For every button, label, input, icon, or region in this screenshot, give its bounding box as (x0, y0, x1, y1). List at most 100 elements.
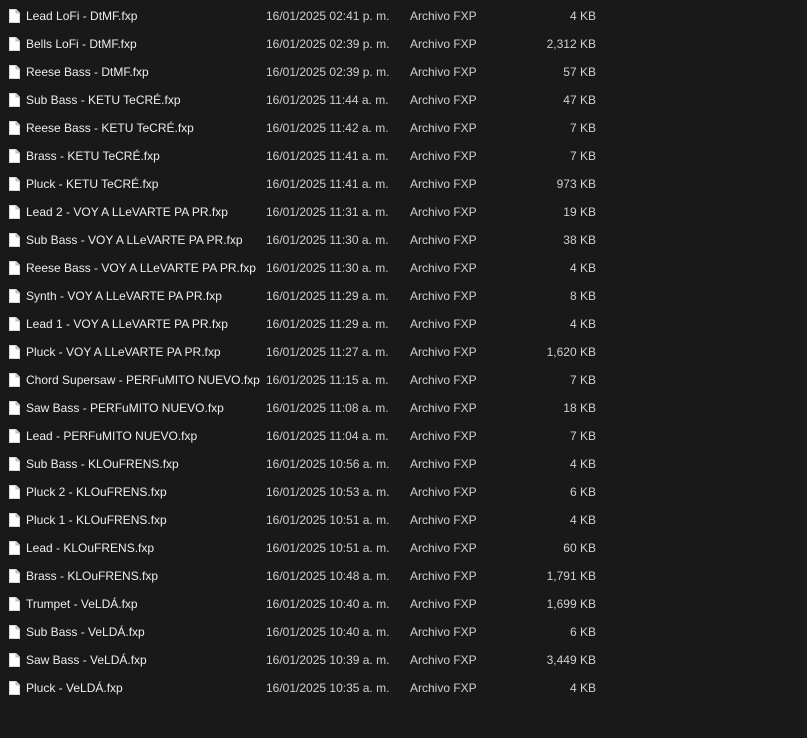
file-row[interactable]: Lead 2 - VOY A LLeVARTE PA PR.fxp 16/01/2… (0, 198, 807, 226)
file-icon (9, 541, 20, 555)
file-size: 38 KB (563, 233, 596, 247)
file-type: Archivo FXP (410, 261, 477, 275)
file-name[interactable]: Lead - PERFuMITO NUEVO.fxp (26, 422, 261, 450)
file-date-modified: 16/01/2025 11:44 a. m. (266, 93, 389, 107)
file-name[interactable]: Pluck 1 - KLOuFRENS.fxp (26, 506, 261, 534)
file-name[interactable]: Sub Bass - VeLDÁ.fxp (26, 618, 261, 646)
file-date-modified: 16/01/2025 10:40 a. m. (266, 597, 390, 611)
file-type: Archivo FXP (410, 177, 477, 191)
file-name[interactable]: Brass - KETU TeCRÉ.fxp (26, 142, 261, 170)
file-date-modified: 16/01/2025 11:41 a. m. (266, 149, 389, 163)
file-row[interactable]: Reese Bass - DtMF.fxp 16/01/2025 02:39 p.… (0, 58, 807, 86)
file-date-modified: 16/01/2025 10:51 a. m. (266, 513, 390, 527)
file-name[interactable]: Reese Bass - VOY A LLeVARTE PA PR.fxp (26, 254, 261, 282)
file-date-modified: 16/01/2025 11:30 a. m. (266, 233, 389, 247)
file-name[interactable]: Pluck - VOY A LLeVARTE PA PR.fxp (26, 338, 261, 366)
file-row[interactable]: Lead LoFi - DtMF.fxp 16/01/2025 02:41 p. … (0, 2, 807, 30)
file-type: Archivo FXP (410, 121, 477, 135)
file-icon (9, 681, 20, 695)
file-size: 8 KB (569, 289, 596, 303)
file-type: Archivo FXP (410, 513, 477, 527)
file-row[interactable]: Brass - KETU TeCRÉ.fxp 16/01/2025 11:41 a… (0, 142, 807, 170)
file-type: Archivo FXP (410, 345, 477, 359)
file-name[interactable]: Synth - VOY A LLeVARTE PA PR.fxp (26, 282, 261, 310)
file-icon (9, 429, 20, 443)
file-list: Lead LoFi - DtMF.fxp 16/01/2025 02:41 p. … (0, 0, 807, 702)
file-date-modified: 16/01/2025 11:42 a. m. (266, 121, 389, 135)
file-icon (9, 457, 20, 471)
file-row[interactable]: Trumpet - VeLDÁ.fxp 16/01/2025 10:40 a. m… (0, 590, 807, 618)
file-date-modified: 16/01/2025 11:27 a. m. (266, 345, 389, 359)
file-name[interactable]: Saw Bass - VeLDÁ.fxp (26, 646, 261, 674)
file-size: 7 KB (569, 149, 596, 163)
file-icon (9, 373, 20, 387)
file-date-modified: 16/01/2025 11:41 a. m. (266, 177, 389, 191)
file-name[interactable]: Lead 1 - VOY A LLeVARTE PA PR.fxp (26, 310, 261, 338)
file-name[interactable]: Chord Supersaw - PERFuMITO NUEVO.fxp (26, 366, 261, 394)
file-size: 19 KB (563, 205, 596, 219)
file-name[interactable]: Pluck - KETU TeCRÉ.fxp (26, 170, 261, 198)
file-name[interactable]: Sub Bass - KLOuFRENS.fxp (26, 450, 261, 478)
file-name[interactable]: Pluck 2 - KLOuFRENS.fxp (26, 478, 261, 506)
file-name[interactable]: Sub Bass - VOY A LLeVARTE PA PR.fxp (26, 226, 261, 254)
file-row[interactable]: Pluck 2 - KLOuFRENS.fxp 16/01/2025 10:53 … (0, 478, 807, 506)
file-row[interactable]: Bells LoFi - DtMF.fxp 16/01/2025 02:39 p.… (0, 30, 807, 58)
file-size: 1,791 KB (546, 569, 596, 583)
file-type: Archivo FXP (410, 37, 477, 51)
file-name[interactable]: Lead 2 - VOY A LLeVARTE PA PR.fxp (26, 198, 261, 226)
file-row[interactable]: Chord Supersaw - PERFuMITO NUEVO.fxp 16/0… (0, 366, 807, 394)
file-type: Archivo FXP (410, 93, 477, 107)
file-icon (9, 653, 20, 667)
file-row[interactable]: Pluck - KETU TeCRÉ.fxp 16/01/2025 11:41 a… (0, 170, 807, 198)
file-row[interactable]: Synth - VOY A LLeVARTE PA PR.fxp 16/01/20… (0, 282, 807, 310)
file-row[interactable]: Pluck - VOY A LLeVARTE PA PR.fxp 16/01/20… (0, 338, 807, 366)
file-type: Archivo FXP (410, 485, 477, 499)
file-date-modified: 16/01/2025 11:29 a. m. (266, 289, 389, 303)
file-row[interactable]: Pluck 1 - KLOuFRENS.fxp 16/01/2025 10:51 … (0, 506, 807, 534)
file-date-modified: 16/01/2025 11:29 a. m. (266, 317, 389, 331)
file-icon (9, 401, 20, 415)
file-size: 4 KB (569, 261, 596, 275)
file-row[interactable]: Sub Bass - VOY A LLeVARTE PA PR.fxp 16/01… (0, 226, 807, 254)
file-size: 4 KB (569, 317, 596, 331)
file-row[interactable]: Sub Bass - KLOuFRENS.fxp 16/01/2025 10:56… (0, 450, 807, 478)
file-name[interactable]: Reese Bass - DtMF.fxp (26, 58, 261, 86)
file-icon (9, 93, 20, 107)
file-size: 57 KB (563, 65, 596, 79)
file-name[interactable]: Lead - KLOuFRENS.fxp (26, 534, 261, 562)
file-size: 7 KB (569, 373, 596, 387)
file-row[interactable]: Lead 1 - VOY A LLeVARTE PA PR.fxp 16/01/2… (0, 310, 807, 338)
file-row[interactable]: Brass - KLOuFRENS.fxp 16/01/2025 10:48 a.… (0, 562, 807, 590)
file-name[interactable]: Bells LoFi - DtMF.fxp (26, 30, 261, 58)
file-row[interactable]: Sub Bass - KETU TeCRÉ.fxp 16/01/2025 11:4… (0, 86, 807, 114)
file-row[interactable]: Pluck - VeLDÁ.fxp 16/01/2025 10:35 a. m. A… (0, 674, 807, 702)
file-row[interactable]: Lead - PERFuMITO NUEVO.fxp 16/01/2025 11:… (0, 422, 807, 450)
file-icon (9, 121, 20, 135)
file-row[interactable]: Sub Bass - VeLDÁ.fxp 16/01/2025 10:40 a. … (0, 618, 807, 646)
file-name[interactable]: Lead LoFi - DtMF.fxp (26, 2, 261, 30)
file-type: Archivo FXP (410, 429, 477, 443)
file-icon (9, 597, 20, 611)
file-row[interactable]: Lead - KLOuFRENS.fxp 16/01/2025 10:51 a. … (0, 534, 807, 562)
file-size: 4 KB (569, 9, 596, 23)
file-name[interactable]: Reese Bass - KETU TeCRÉ.fxp (26, 114, 261, 142)
file-name[interactable]: Saw Bass - PERFuMITO NUEVO.fxp (26, 394, 261, 422)
file-date-modified: 16/01/2025 10:56 a. m. (266, 457, 390, 471)
file-row[interactable]: Reese Bass - VOY A LLeVARTE PA PR.fxp 16/… (0, 254, 807, 282)
file-row[interactable]: Reese Bass - KETU TeCRÉ.fxp 16/01/2025 11… (0, 114, 807, 142)
file-type: Archivo FXP (410, 457, 477, 471)
file-icon (9, 37, 20, 51)
file-size: 1,699 KB (546, 597, 596, 611)
file-icon (9, 625, 20, 639)
file-name[interactable]: Trumpet - VeLDÁ.fxp (26, 590, 261, 618)
file-name[interactable]: Pluck - VeLDÁ.fxp (26, 674, 261, 702)
file-row[interactable]: Saw Bass - VeLDÁ.fxp 16/01/2025 10:39 a. … (0, 646, 807, 674)
file-date-modified: 16/01/2025 02:41 p. m. (266, 9, 390, 23)
file-size: 4 KB (569, 513, 596, 527)
file-row[interactable]: Saw Bass - PERFuMITO NUEVO.fxp 16/01/2025… (0, 394, 807, 422)
file-type: Archivo FXP (410, 681, 477, 695)
file-name[interactable]: Brass - KLOuFRENS.fxp (26, 562, 261, 590)
file-date-modified: 16/01/2025 10:39 a. m. (266, 653, 390, 667)
file-type: Archivo FXP (410, 653, 477, 667)
file-name[interactable]: Sub Bass - KETU TeCRÉ.fxp (26, 86, 261, 114)
